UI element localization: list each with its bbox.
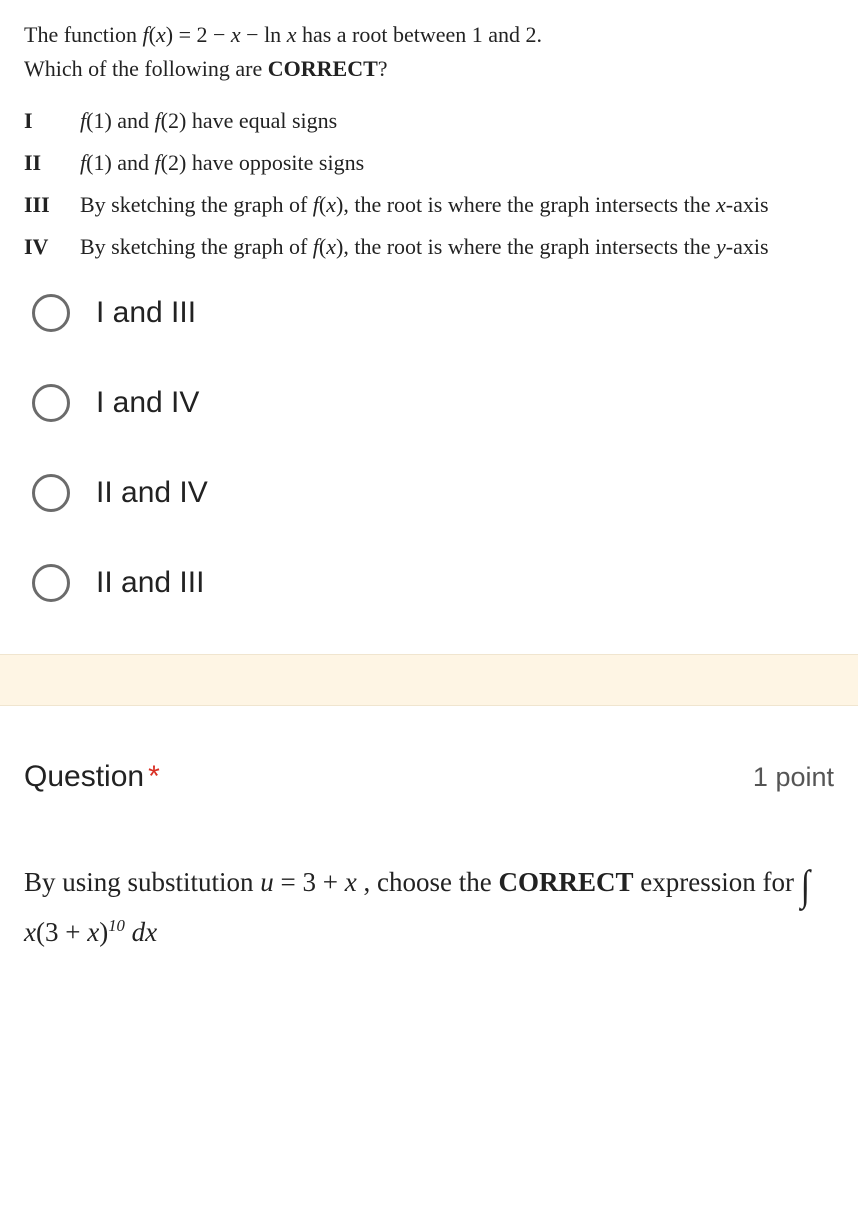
question-2-header: Question* 1 point [24, 760, 834, 794]
integral-icon: ∫ [801, 851, 810, 923]
text: d [125, 917, 145, 947]
math-x: x [231, 22, 241, 47]
statement-number: IV [24, 234, 80, 260]
text: By sketching the graph of [80, 234, 313, 259]
text: ? [378, 56, 388, 81]
question-1-stem-line-1: The function f(x) = 2 − x − ln x has a r… [24, 18, 834, 52]
text: By using substitution [24, 867, 260, 897]
statement-number: II [24, 150, 80, 176]
answer-options: I and III I and IV II and IV II and III [24, 294, 834, 602]
text: (2) have equal signs [161, 108, 338, 133]
statement-2: II f(1) and f(2) have opposite signs [24, 150, 834, 176]
math-u: u [260, 867, 274, 897]
text: , choose the [357, 867, 499, 897]
required-star-icon: * [148, 760, 160, 793]
math-x: x [156, 22, 166, 47]
option-label: II and IV [96, 476, 208, 510]
text-bold: CORRECT [268, 56, 378, 81]
points-label: 1 point [753, 762, 834, 793]
statement-text: By sketching the graph of f(x), the root… [80, 234, 769, 260]
text: ), the root is where the graph intersect… [336, 234, 716, 259]
option-label: I and IV [96, 386, 199, 420]
radio-icon[interactable] [32, 564, 70, 602]
question-2-stem: By using substitution u = 3 + x , choose… [24, 852, 834, 956]
option-label: I and III [96, 296, 196, 330]
text: The function [24, 22, 143, 47]
text: -axis [726, 234, 769, 259]
question-title: Question [24, 760, 144, 793]
question-1-stem-line-2: Which of the following are CORRECT? [24, 52, 834, 86]
radio-icon[interactable] [32, 384, 70, 422]
question-1-block: The function f(x) = 2 − x − ln x has a r… [0, 0, 858, 654]
statement-1: I f(1) and f(2) have equal signs [24, 108, 834, 134]
text: (1) and [86, 150, 154, 175]
text: -axis [726, 192, 769, 217]
text: expression for [633, 867, 800, 897]
text: (3 + [36, 917, 87, 947]
math-x: x [716, 192, 726, 217]
statements-list: I f(1) and f(2) have equal signs II f(1)… [24, 108, 834, 260]
math-x: x [287, 22, 297, 47]
statement-text: By sketching the graph of f(x), the root… [80, 192, 769, 218]
question-title-wrap: Question* [24, 760, 160, 794]
statement-3: III By sketching the graph of f(x), the … [24, 192, 834, 218]
math-x: x [345, 867, 357, 897]
option-4[interactable]: II and III [32, 564, 834, 602]
statement-number: III [24, 192, 80, 218]
text: − ln [241, 22, 287, 47]
statement-number: I [24, 108, 80, 134]
math-y: y [716, 234, 726, 259]
statement-text: f(1) and f(2) have opposite signs [80, 150, 364, 176]
text: By sketching the graph of [80, 192, 313, 217]
text: has a root between 1 and 2. [296, 22, 542, 47]
statement-text: f(1) and f(2) have equal signs [80, 108, 337, 134]
math-x: x [87, 917, 99, 947]
text: Which of the following are [24, 56, 268, 81]
text: ) [99, 917, 108, 947]
option-label: II and III [96, 566, 204, 600]
question-2-block: Question* 1 point By using substitution … [0, 706, 858, 972]
option-1[interactable]: I and III [32, 294, 834, 332]
text: (1) and [86, 108, 154, 133]
text-bold: CORRECT [498, 867, 633, 897]
math-x: x [326, 192, 336, 217]
radio-icon[interactable] [32, 294, 70, 332]
text: ( [149, 22, 156, 47]
math-x: x [24, 917, 36, 947]
option-3[interactable]: II and IV [32, 474, 834, 512]
section-divider [0, 654, 858, 706]
exponent: 10 [108, 916, 125, 935]
radio-icon[interactable] [32, 474, 70, 512]
text: = 3 + [274, 867, 345, 897]
text: ), the root is where the graph intersect… [336, 192, 716, 217]
statement-4: IV By sketching the graph of f(x), the r… [24, 234, 834, 260]
math-x: x [145, 917, 157, 947]
text: ) = 2 − [166, 22, 231, 47]
text: (2) have opposite signs [161, 150, 364, 175]
option-2[interactable]: I and IV [32, 384, 834, 422]
math-x: x [326, 234, 336, 259]
